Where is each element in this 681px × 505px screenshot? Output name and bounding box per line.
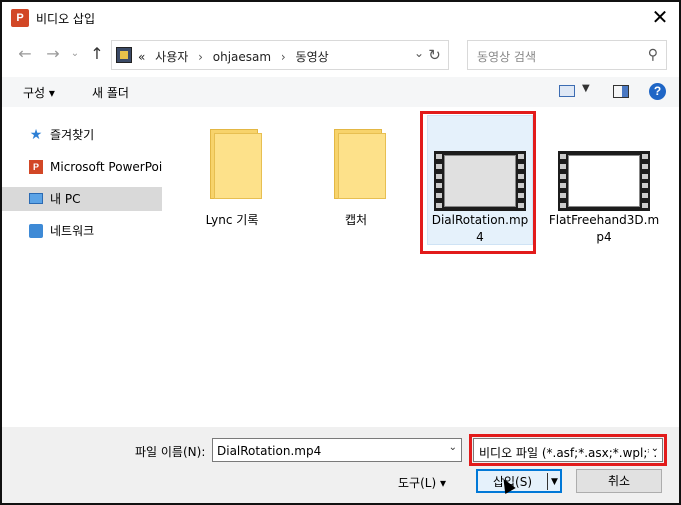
sidebar-item-network[interactable]: 네트워크 — [2, 219, 162, 243]
cancel-button[interactable]: 취소 — [576, 469, 662, 493]
breadcrumb-separator[interactable]: › — [198, 50, 203, 64]
sidebar-item-label: 즐겨찾기 — [50, 128, 95, 142]
chevron-down-icon[interactable]: ⌄ — [449, 442, 457, 453]
file-item-label: Lync 기록 — [205, 213, 259, 227]
back-arrow-icon[interactable]: ← — [16, 44, 34, 64]
network-icon — [29, 224, 43, 238]
command-bar: 구성 ▾ 새 폴더 ▼ ? — [2, 77, 679, 107]
breadcrumb-overflow[interactable]: « — [138, 50, 145, 64]
search-input[interactable]: 동영상 검색 ⚲ — [467, 40, 667, 70]
folder-icon — [334, 129, 386, 199]
tools-button[interactable]: 도구(L) ▾ — [398, 474, 446, 491]
breadcrumb-separator[interactable]: › — [281, 50, 286, 64]
dialog-title: 비디오 삽입 — [36, 12, 96, 26]
address-bar[interactable]: « 사용자 › ohjaesam › 동영상 ⌄ — [111, 40, 449, 70]
filename-field[interactable]: DialRotation.mp4 ⌄ — [212, 438, 462, 462]
close-button[interactable]: ✕ — [649, 6, 671, 28]
powerpoint-icon: P — [29, 160, 43, 174]
title-bar: P 비디오 삽입 ✕ — [2, 2, 679, 34]
highlight-box — [469, 434, 667, 466]
sidebar-item-this-pc[interactable]: 내 PC — [2, 187, 162, 211]
up-arrow-icon[interactable]: ↑ — [88, 44, 106, 64]
file-item-label: 캡처 — [344, 213, 368, 227]
recent-dropdown-icon[interactable]: ⌄ — [66, 44, 84, 64]
sidebar-item-label: Microsoft PowerPoint — [50, 160, 162, 174]
insert-options-dropdown-icon[interactable]: ▼ — [549, 471, 560, 493]
breadcrumb: « 사용자 › ohjaesam › 동영상 — [138, 48, 335, 65]
file-item-label: FlatFreehand3D.mp4 — [548, 213, 660, 244]
sidebar-item-favorites[interactable]: ★ 즐겨찾기 — [2, 123, 162, 147]
star-icon: ★ — [29, 127, 43, 143]
forward-arrow-icon[interactable]: → — [44, 44, 62, 64]
filename-label: 파일 이름(N): — [135, 445, 206, 459]
highlight-box — [420, 111, 536, 254]
breadcrumb-users[interactable]: 사용자 — [155, 50, 188, 64]
search-icon[interactable]: ⚲ — [648, 47, 658, 63]
file-item[interactable]: Lync 기록 — [172, 119, 292, 249]
folder-icon — [210, 129, 262, 199]
help-icon[interactable]: ? — [649, 83, 666, 100]
computer-icon — [29, 193, 43, 204]
file-list: Lync 기록 캡처 DialRotation.mp4 FlatFreehand… — [162, 109, 679, 427]
navigation-pane: ★ 즐겨찾기 P Microsoft PowerPoint 내 PC 네트워크 — [2, 109, 162, 427]
videos-folder-icon — [116, 47, 132, 63]
view-options-icon[interactable] — [559, 85, 575, 97]
video-file-icon — [558, 151, 650, 211]
sidebar-item-label: 내 PC — [50, 192, 81, 206]
breadcrumb-videos[interactable]: 동영상 — [296, 50, 329, 64]
insert-video-dialog: P 비디오 삽입 ✕ ← → ⌄ ↑ « 사용자 › ohjaesam › 동영… — [0, 0, 681, 505]
new-folder-button[interactable]: 새 폴더 — [92, 84, 129, 101]
organize-button[interactable]: 구성 ▾ — [23, 84, 55, 101]
file-item[interactable]: FlatFreehand3D.mp4 — [544, 119, 664, 249]
sidebar-item-powerpoint[interactable]: P Microsoft PowerPoint — [2, 155, 162, 179]
split-divider — [547, 473, 548, 490]
dialog-footer: 파일 이름(N): DialRotation.mp4 ⌄ 비디오 파일 (*.a… — [2, 427, 679, 503]
insert-button[interactable]: 삽입(S) ▼ — [476, 469, 562, 493]
filename-value: DialRotation.mp4 — [217, 444, 322, 458]
view-dropdown-icon[interactable]: ▼ — [582, 83, 590, 94]
navigation-bar: ← → ⌄ ↑ « 사용자 › ohjaesam › 동영상 ⌄ ↻ 동영상 검… — [2, 36, 679, 74]
refresh-button[interactable]: ↻ — [421, 40, 449, 70]
preview-pane-icon[interactable] — [613, 85, 629, 98]
powerpoint-icon: P — [11, 9, 29, 27]
sidebar-item-label: 네트워크 — [50, 224, 95, 238]
search-placeholder: 동영상 검색 — [477, 50, 537, 64]
file-item[interactable]: 캡처 — [296, 119, 416, 249]
breadcrumb-ohjaesam[interactable]: ohjaesam — [213, 50, 271, 64]
